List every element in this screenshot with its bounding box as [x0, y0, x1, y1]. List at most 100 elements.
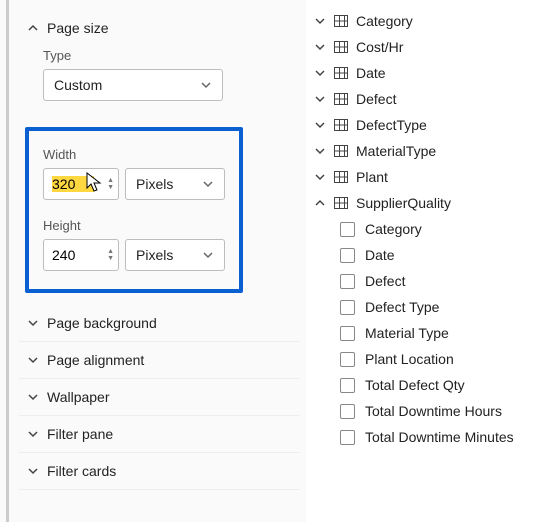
table-icon [334, 41, 348, 53]
table-supplierquality[interactable]: SupplierQuality [310, 190, 542, 216]
chevron-down-icon [314, 15, 326, 27]
checkbox[interactable] [340, 248, 355, 263]
width-unit-select[interactable]: Pixels [125, 168, 225, 200]
section-label: Filter cards [47, 463, 116, 479]
table-label: SupplierQuality [356, 195, 451, 211]
field-label: Material Type [365, 325, 449, 341]
type-select-value: Custom [54, 77, 102, 93]
height-unit-value: Pixels [136, 247, 173, 263]
page-size-body: Type Custom [19, 40, 300, 119]
fields-pane: Category Cost/Hr Date Defect DefectType … [306, 0, 546, 522]
step-up-icon[interactable]: ▲ [107, 177, 114, 184]
checkbox[interactable] [340, 404, 355, 419]
field-date[interactable]: Date [310, 242, 542, 268]
field-category[interactable]: Category [310, 216, 542, 242]
field-label: Category [365, 221, 422, 237]
table-defecttype[interactable]: DefectType [310, 112, 542, 138]
chevron-down-icon [202, 178, 214, 190]
checkbox[interactable] [340, 352, 355, 367]
chevron-down-icon [314, 67, 326, 79]
field-label: Date [365, 247, 395, 263]
type-label: Type [43, 48, 288, 63]
step-down-icon[interactable]: ▼ [107, 184, 114, 191]
section-wallpaper[interactable]: Wallpaper [19, 379, 300, 416]
chevron-down-icon [200, 79, 212, 91]
table-icon [334, 145, 348, 157]
table-icon [334, 67, 348, 79]
chevron-down-icon [27, 465, 39, 477]
field-defect-type[interactable]: Defect Type [310, 294, 542, 320]
chevron-down-icon [27, 354, 39, 366]
field-plant-location[interactable]: Plant Location [310, 346, 542, 372]
width-spinner[interactable]: ▲ ▼ [43, 168, 119, 200]
formatting-pane: Page size Type Custom Width ▲ ▼ [6, 0, 306, 522]
chevron-down-icon [27, 428, 39, 440]
table-label: Date [356, 65, 386, 81]
field-total-defect-qty[interactable]: Total Defect Qty [310, 372, 542, 398]
height-spinner[interactable]: ▲ ▼ [43, 239, 119, 271]
chevron-down-icon [314, 171, 326, 183]
type-select[interactable]: Custom [43, 69, 223, 101]
table-category[interactable]: Category [310, 8, 542, 34]
table-costhr[interactable]: Cost/Hr [310, 34, 542, 60]
field-label: Total Defect Qty [365, 377, 465, 393]
step-up-icon[interactable]: ▲ [107, 248, 114, 255]
section-filter-pane[interactable]: Filter pane [19, 416, 300, 453]
table-plant[interactable]: Plant [310, 164, 542, 190]
field-total-downtime-minutes[interactable]: Total Downtime Minutes [310, 424, 542, 450]
height-label: Height [43, 218, 225, 233]
width-unit-value: Pixels [136, 176, 173, 192]
table-label: Plant [356, 169, 388, 185]
table-icon [334, 197, 348, 209]
table-label: MaterialType [356, 143, 436, 159]
chevron-down-icon [314, 145, 326, 157]
dimension-highlight: Width ▲ ▼ Pixels Height [25, 127, 243, 293]
table-icon [334, 171, 348, 183]
table-icon [334, 15, 348, 27]
table-materialtype[interactable]: MaterialType [310, 138, 542, 164]
section-page-background[interactable]: Page background [19, 305, 300, 342]
section-label: Page background [47, 315, 157, 331]
height-unit-select[interactable]: Pixels [125, 239, 225, 271]
field-defect[interactable]: Defect [310, 268, 542, 294]
section-page-alignment[interactable]: Page alignment [19, 342, 300, 379]
chevron-down-icon [314, 119, 326, 131]
chevron-up-icon [27, 22, 39, 34]
chevron-down-icon [202, 249, 214, 261]
height-input[interactable] [52, 247, 94, 263]
field-label: Defect [365, 273, 405, 289]
field-material-type[interactable]: Material Type [310, 320, 542, 346]
section-page-size[interactable]: Page size [19, 10, 300, 40]
checkbox[interactable] [340, 430, 355, 445]
table-icon [334, 119, 348, 131]
field-label: Plant Location [365, 351, 454, 367]
checkbox[interactable] [340, 222, 355, 237]
table-label: Defect [356, 91, 396, 107]
chevron-down-icon [27, 317, 39, 329]
width-stepper[interactable]: ▲ ▼ [107, 177, 114, 191]
field-total-downtime-hours[interactable]: Total Downtime Hours [310, 398, 542, 424]
width-input[interactable] [52, 176, 94, 192]
field-label: Total Downtime Minutes [365, 429, 514, 445]
step-down-icon[interactable]: ▼ [107, 255, 114, 262]
checkbox[interactable] [340, 326, 355, 341]
checkbox[interactable] [340, 300, 355, 315]
chevron-up-icon [314, 197, 326, 209]
table-label: Category [356, 13, 413, 29]
height-stepper[interactable]: ▲ ▼ [107, 248, 114, 262]
table-label: DefectType [356, 117, 427, 133]
table-icon [334, 93, 348, 105]
chevron-down-icon [314, 93, 326, 105]
table-label: Cost/Hr [356, 39, 403, 55]
section-filter-cards[interactable]: Filter cards [19, 453, 300, 490]
table-defect[interactable]: Defect [310, 86, 542, 112]
checkbox[interactable] [340, 378, 355, 393]
section-label: Page alignment [47, 352, 144, 368]
width-label: Width [43, 147, 225, 162]
section-page-size-label: Page size [47, 20, 108, 36]
checkbox[interactable] [340, 274, 355, 289]
table-date[interactable]: Date [310, 60, 542, 86]
chevron-down-icon [27, 391, 39, 403]
field-label: Defect Type [365, 299, 439, 315]
section-label: Wallpaper [47, 389, 110, 405]
